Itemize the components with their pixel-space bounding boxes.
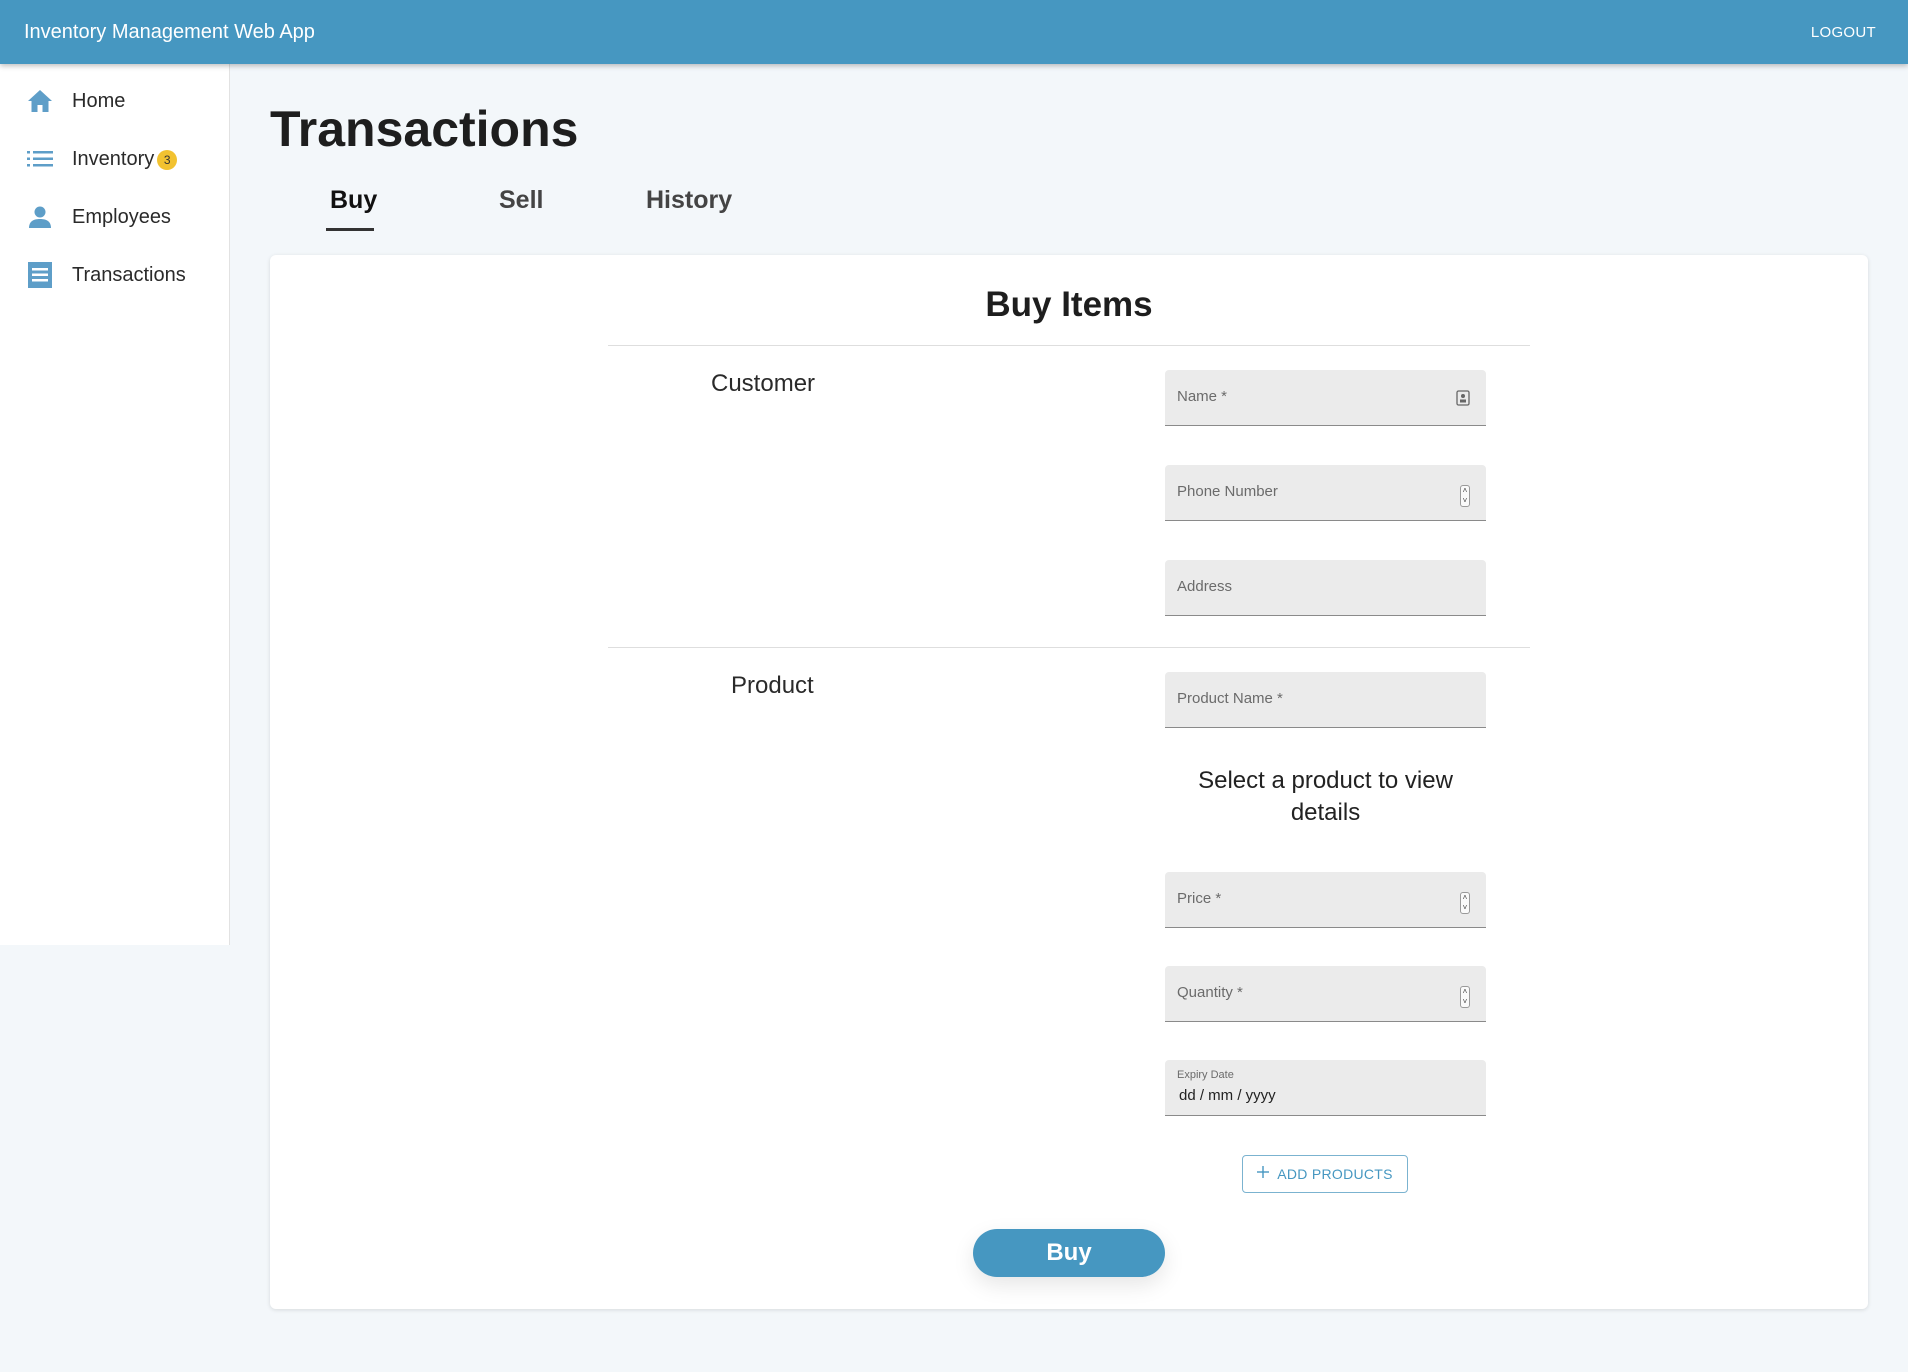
buy-button[interactable]: Buy	[973, 1229, 1165, 1277]
receipt-icon	[26, 261, 54, 289]
customer-section-label: Customer	[711, 370, 816, 397]
customer-name-field[interactable]: Name *	[1165, 370, 1486, 426]
number-spinner-icon[interactable]: ˄ ˅	[1460, 892, 1470, 914]
product-section-label: Product	[731, 672, 814, 699]
contact-card-icon[interactable]	[1456, 390, 1470, 406]
address-field[interactable]: Address	[1165, 560, 1486, 616]
person-icon	[26, 203, 54, 231]
active-tab-indicator	[326, 228, 374, 231]
sidebar-item-employees[interactable]: Employees	[0, 188, 229, 246]
field-label: Product Name *	[1177, 690, 1283, 707]
number-spinner-icon[interactable]: ˄ ˅	[1460, 986, 1470, 1008]
tab-sell[interactable]: Sell	[499, 186, 543, 215]
home-icon	[26, 87, 54, 115]
plus-icon	[1257, 1165, 1270, 1183]
field-label: Phone Number	[1177, 483, 1278, 500]
sidebar-item-label: Transactions	[72, 263, 186, 286]
app-title: Inventory Management Web App	[24, 20, 315, 43]
product-details-hint: Select a product to view details	[1198, 767, 1453, 826]
expiry-date-field[interactable]: Expiry Date dd / mm / yyyy	[1165, 1060, 1486, 1116]
sidebar-item-label: Employees	[72, 205, 171, 228]
sidebar-item-label: Inventory	[72, 147, 155, 170]
tab-bar: Buy Sell History	[300, 180, 780, 232]
list-icon	[26, 145, 54, 173]
inventory-badge: 3	[157, 150, 178, 170]
price-field[interactable]: Price * ˄ ˅	[1165, 872, 1486, 928]
field-label: Price *	[1177, 890, 1222, 907]
app-bar: Inventory Management Web App LOGOUT	[0, 0, 1908, 64]
phone-number-field[interactable]: Phone Number ˄ ˅	[1165, 465, 1486, 521]
buy-items-card: Buy Items Customer Name * Phone Number ˄…	[270, 255, 1868, 1309]
sidebar-item-transactions[interactable]: Transactions	[0, 246, 229, 304]
number-spinner-icon[interactable]: ˄ ˅	[1460, 485, 1470, 507]
field-label: Expiry Date	[1177, 1069, 1234, 1081]
field-label: Name *	[1177, 388, 1228, 405]
sidebar: Home Inventory 3 Employees Transactions	[0, 64, 230, 945]
divider	[608, 345, 1530, 346]
tab-history[interactable]: History	[646, 186, 732, 215]
quantity-field[interactable]: Quantity * ˄ ˅	[1165, 966, 1486, 1022]
card-title: Buy Items	[985, 285, 1153, 324]
add-products-label: ADD PRODUCTS	[1277, 1166, 1393, 1182]
logout-button[interactable]: LOGOUT	[1811, 24, 1876, 41]
field-label: Address	[1177, 578, 1233, 595]
sidebar-item-home[interactable]: Home	[0, 72, 229, 130]
sidebar-item-inventory[interactable]: Inventory 3	[0, 130, 229, 188]
date-placeholder: dd / mm / yyyy	[1179, 1087, 1276, 1104]
divider	[608, 647, 1530, 648]
tab-buy[interactable]: Buy	[330, 186, 377, 215]
field-label: Quantity *	[1177, 984, 1243, 1001]
add-products-button[interactable]: ADD PRODUCTS	[1242, 1155, 1408, 1193]
sidebar-item-label: Home	[72, 89, 126, 112]
page-title: Transactions	[270, 101, 579, 157]
product-name-field[interactable]: Product Name *	[1165, 672, 1486, 728]
